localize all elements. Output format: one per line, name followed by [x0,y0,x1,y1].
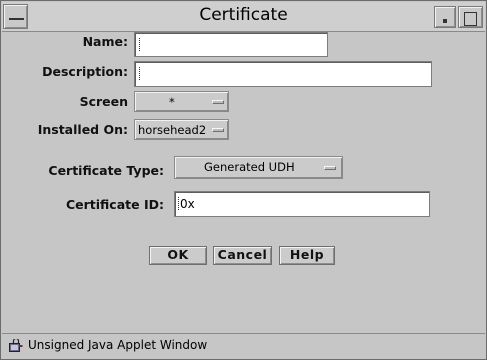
screen-selected-value: * [169,95,175,109]
installed-on-selected-value: horsehead2 [138,123,207,137]
minimize-button[interactable] [434,6,456,28]
description-field[interactable] [134,61,432,87]
window-title: Certificate [199,5,288,25]
ok-button[interactable]: OK [149,246,207,265]
cancel-button[interactable]: Cancel [213,246,272,265]
text-cursor-icon [139,67,143,80]
dropdown-indicator-icon [324,166,336,170]
certificate-id-value: 0x [180,197,195,211]
text-cursor-icon [139,38,143,51]
certificate-type-label: Certificate Type: [48,163,164,178]
minimize-icon [443,19,447,23]
certificate-type-selected-value: Generated UDH [204,160,295,174]
dropdown-indicator-icon [212,128,224,132]
maximize-button[interactable] [458,6,483,28]
name-label: Name: [82,34,128,49]
certificate-id-field[interactable]: 0x [174,191,430,217]
unsigned-applet-icon [9,339,23,352]
maximize-icon [464,12,477,26]
dropdown-indicator-icon [212,100,224,104]
installed-on-select[interactable]: horsehead2 [134,119,229,140]
status-text: Unsigned Java Applet Window [28,338,208,352]
installed-on-label: Installed On: [37,122,128,137]
help-button[interactable]: Help [279,246,335,265]
description-label: Description: [42,64,128,79]
name-field[interactable] [134,32,328,57]
screen-label: Screen [79,94,128,109]
certificate-id-label: Certificate ID: [65,197,164,212]
screen-select[interactable]: * [134,91,229,112]
certificate-type-select[interactable]: Generated UDH [174,156,343,179]
